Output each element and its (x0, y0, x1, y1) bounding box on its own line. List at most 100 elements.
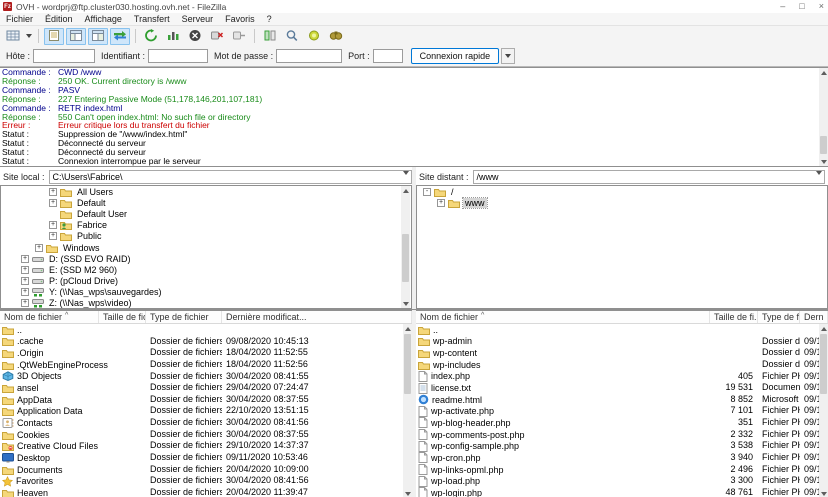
file-row-ansel[interactable]: anselDossier de fichiers29/04/2020 07:24… (0, 382, 412, 394)
menu-item-favoris[interactable]: Favoris (219, 13, 261, 26)
column-header-type-de-fichier[interactable]: Type de fichier (146, 311, 222, 323)
tree-item-z-nas-wps-video[interactable]: +Z: (\\Nas_wps\video) (1, 298, 411, 309)
file-row-favorites[interactable]: FavoritesDossier de fichiers30/04/2020 0… (0, 475, 412, 487)
maximize-button[interactable]: □ (799, 0, 804, 13)
file-row-wp-comments-post-php[interactable]: wp-comments-post.php2 332Fichier PHP09/1 (416, 429, 828, 441)
tree-item-default[interactable]: +Default (1, 197, 411, 208)
file-row-creative-cloud-files[interactable]: Creative Cloud FilesDossier de fichiers2… (0, 440, 412, 452)
tree-item-default-user[interactable]: Default User (1, 208, 411, 219)
menu-item-transfert[interactable]: Transfert (128, 13, 176, 26)
file-row-wp-links-opml-php[interactable]: wp-links-opml.php2 496Fichier PHP09/1 (416, 464, 828, 476)
file-row-item[interactable]: .. (416, 324, 828, 336)
file-row-desktop[interactable]: DesktopDossier de fichiers09/11/2020 10:… (0, 452, 412, 464)
toggle-local-tree-button[interactable] (66, 28, 86, 45)
expand-icon[interactable]: + (21, 288, 29, 296)
file-row-wp-load-php[interactable]: wp-load.php3 300Fichier PHP09/1 (416, 475, 828, 487)
file-row-wp-cron-php[interactable]: wp-cron.php3 940Fichier PHP09/1 (416, 452, 828, 464)
tree-item-all-users[interactable]: +All Users (1, 186, 411, 197)
minimize-button[interactable]: – (780, 0, 785, 13)
file-row-cache[interactable]: .cacheDossier de fichiers09/08/2020 10:4… (0, 336, 412, 348)
file-row-application-data[interactable]: Application DataDossier de fichiers22/10… (0, 405, 412, 417)
toggle-message-log-button[interactable] (44, 28, 64, 45)
menu-item-dition[interactable]: Édition (39, 13, 79, 26)
expand-icon[interactable]: + (21, 266, 29, 274)
refresh-button[interactable] (141, 28, 161, 45)
tree-item-fabrice[interactable]: +Fabrice (1, 220, 411, 231)
expand-icon[interactable]: + (21, 277, 29, 285)
site-manager-button[interactable] (3, 28, 23, 45)
menu-item-item[interactable]: ? (261, 13, 278, 26)
expand-icon[interactable]: + (21, 299, 29, 307)
file-row-wp-config-sample-php[interactable]: wp-config-sample.php3 538Fichier PHP09/1 (416, 440, 828, 452)
expand-icon[interactable]: + (49, 221, 57, 229)
expand-icon[interactable]: + (21, 255, 29, 263)
expand-icon[interactable]: + (49, 232, 57, 240)
expand-icon[interactable]: + (49, 199, 57, 207)
column-header-derni-re-modificat[interactable]: Dernière modificat... (222, 311, 412, 323)
local-tree-scrollbar[interactable] (401, 186, 410, 308)
username-input[interactable] (148, 49, 208, 63)
menu-item-affichage[interactable]: Affichage (79, 13, 128, 26)
quickconnect-dropdown-button[interactable] (501, 48, 515, 64)
file-row-appdata[interactable]: AppDataDossier de fichiers30/04/2020 08:… (0, 394, 412, 406)
file-row-wp-content[interactable]: wp-contentDossier de ...09/1 (416, 347, 828, 359)
file-row-wp-activate-php[interactable]: wp-activate.php7 101Fichier PHP09/1 (416, 405, 828, 417)
file-row-index-php[interactable]: index.php405Fichier PHP09/1 (416, 371, 828, 383)
synchronized-browsing-button[interactable] (304, 28, 324, 45)
column-header-taille-de-fi[interactable]: Taille de fi... (710, 311, 758, 323)
expand-icon[interactable]: + (437, 199, 445, 207)
file-row-readme-html[interactable]: readme.html8 852Microsoft ...09/1 (416, 394, 828, 406)
tree-item-d-ssd-evo-raid[interactable]: +D: (SSD EVO RAID) (1, 253, 411, 264)
tree-item-e-ssd-m2-960[interactable]: +E: (SSD M2 960) (1, 264, 411, 275)
disconnect-button[interactable] (207, 28, 227, 45)
file-row-documents[interactable]: DocumentsDossier de fichiers20/04/2020 1… (0, 464, 412, 476)
tree-item-www[interactable]: +www (417, 197, 827, 208)
file-row-wp-login-php[interactable]: wp-login.php48 761Fichier PHP09/1 (416, 487, 828, 497)
filter-button[interactable] (282, 28, 302, 45)
process-queue-button[interactable] (163, 28, 183, 45)
remote-list-scrollbar[interactable] (819, 324, 828, 497)
remote-path-combobox[interactable]: /www (473, 170, 825, 184)
file-row-contacts[interactable]: ContactsDossier de fichiers30/04/2020 08… (0, 417, 412, 429)
directory-comparison-button[interactable] (260, 28, 280, 45)
file-row-3d-objects[interactable]: 3D ObjectsDossier de fichiers30/04/2020 … (0, 371, 412, 383)
toggle-transfer-queue-button[interactable] (110, 28, 130, 45)
column-header-nom-de-fichier[interactable]: Nom de fichier^ (416, 311, 710, 323)
port-input[interactable] (373, 49, 403, 63)
file-row-license-txt[interactable]: license.txt19 531Document ...09/1 (416, 382, 828, 394)
column-header-nom-de-fichier[interactable]: Nom de fichier^ (0, 311, 99, 323)
close-button[interactable]: × (819, 0, 824, 13)
expand-icon[interactable]: + (49, 188, 57, 196)
site-manager-dropdown-button[interactable] (24, 28, 34, 45)
menu-item-fichier[interactable]: Fichier (0, 13, 39, 26)
host-input[interactable] (33, 49, 95, 63)
column-header-dern[interactable]: Dern (800, 311, 828, 323)
file-row-origin[interactable]: .OriginDossier de fichiers18/04/2020 11:… (0, 347, 412, 359)
tree-item-windows[interactable]: +Windows (1, 242, 411, 253)
tree-item-p-pcloud-drive[interactable]: +P: (pCloud Drive) (1, 276, 411, 287)
menu-item-serveur[interactable]: Serveur (176, 13, 220, 26)
column-header-type-de-fic[interactable]: Type de fic... (758, 311, 800, 323)
tree-item-y-nas-wps-sauvegardes[interactable]: +Y: (\\Nas_wps\sauvegardes) (1, 287, 411, 298)
collapse-icon[interactable]: - (423, 188, 431, 196)
file-row-wp-blog-header-php[interactable]: wp-blog-header.php351Fichier PHP09/1 (416, 417, 828, 429)
local-list-scrollbar[interactable] (403, 324, 412, 497)
reconnect-button[interactable] (229, 28, 249, 45)
file-row-wp-admin[interactable]: wp-adminDossier de ...09/1 (416, 336, 828, 348)
toggle-remote-tree-button[interactable] (88, 28, 108, 45)
find-files-button[interactable] (326, 28, 346, 45)
tree-item-public[interactable]: +Public (1, 231, 411, 242)
tree-item-item[interactable]: -/ (417, 186, 827, 197)
column-header-taille-de-fic[interactable]: Taille de fic... (99, 311, 146, 323)
log-scrollbar[interactable] (819, 68, 828, 166)
expand-icon[interactable]: + (35, 244, 43, 252)
file-row-item[interactable]: .. (0, 324, 412, 336)
file-row-heaven[interactable]: HeavenDossier de fichiers20/04/2020 11:3… (0, 487, 412, 497)
file-row-cookies[interactable]: CookiesDossier de fichiers30/04/2020 08:… (0, 429, 412, 441)
file-row-qtwebengineprocess[interactable]: .QtWebEngineProcessDossier de fichiers18… (0, 359, 412, 371)
cancel-button[interactable] (185, 28, 205, 45)
local-path-combobox[interactable]: C:\Users\Fabrice\ (49, 170, 412, 184)
quickconnect-button[interactable]: Connexion rapide (411, 48, 500, 64)
file-row-wp-includes[interactable]: wp-includesDossier de ...09/1 (416, 359, 828, 371)
password-input[interactable] (276, 49, 342, 63)
